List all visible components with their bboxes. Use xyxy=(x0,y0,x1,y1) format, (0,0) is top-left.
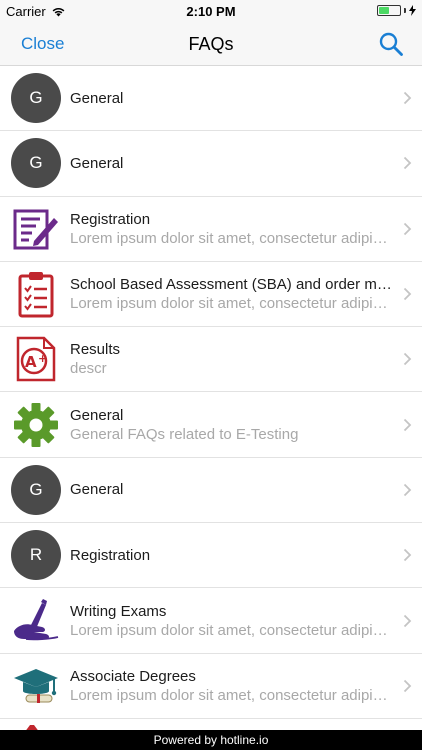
faq-text: Results descr xyxy=(70,340,394,378)
faq-text: General xyxy=(70,154,394,173)
faq-row[interactable]: G General xyxy=(0,131,422,197)
faq-row[interactable]: General General FAQs related to E-Testin… xyxy=(0,392,422,458)
svg-text:+: + xyxy=(38,352,47,365)
avatar: G xyxy=(11,73,61,124)
grade-a-plus-icon: A + xyxy=(11,334,61,384)
chevron-right-icon xyxy=(403,549,412,562)
faq-text: Associate Degrees Lorem ipsum dolor sit … xyxy=(70,667,394,705)
gear-icon xyxy=(11,400,61,450)
faq-screen: Carrier 2:10 PM Close FAQs G General G G… xyxy=(0,0,422,750)
chevron-right-icon xyxy=(403,157,412,170)
avatar-letter: G xyxy=(11,464,61,515)
chevron-right-icon xyxy=(403,287,412,301)
svg-text:A: A xyxy=(25,353,37,371)
chevron-right-icon xyxy=(403,418,412,431)
status-bar: Carrier 2:10 PM xyxy=(0,0,422,22)
faq-row[interactable]: A + Results descr xyxy=(0,327,422,393)
graduation-cap-icon xyxy=(11,661,61,711)
faq-list[interactable]: G General G General Registration Lorem i… xyxy=(0,66,422,730)
faq-text: General xyxy=(70,480,394,499)
faq-text: General xyxy=(70,89,394,108)
avatar: G xyxy=(11,138,61,189)
chevron-right-icon xyxy=(403,222,412,235)
faq-row[interactable]: G General xyxy=(0,457,422,524)
faq-row[interactable]: School Based Assessment (SBA) and order … xyxy=(0,261,422,328)
faq-title: School Based Assessment (SBA) and order … xyxy=(70,276,394,294)
faq-title: Registration xyxy=(70,546,151,564)
faq-text: Registration xyxy=(70,546,394,565)
faq-title: General xyxy=(70,89,124,107)
faq-description: Lorem ipsum dolor sit amet, consectetur … xyxy=(70,686,394,704)
avatar: R xyxy=(11,530,61,581)
chevron-right-icon xyxy=(403,679,412,692)
faq-description: General FAQs related to E-Testing xyxy=(70,425,299,443)
faq-description: Lorem ipsum dolor sit amet, consectetur … xyxy=(70,621,394,639)
nav-bar: Close FAQs xyxy=(0,22,422,66)
faq-title: Registration xyxy=(70,210,151,228)
faq-row[interactable]: Associate Degrees Lorem ipsum dolor sit … xyxy=(0,653,422,719)
faq-row[interactable]: Writing Exams Lorem ipsum dolor sit amet… xyxy=(0,588,422,654)
faq-row[interactable]: R Registration xyxy=(0,523,422,589)
faq-row-partial[interactable] xyxy=(0,718,422,730)
status-time: 2:10 PM xyxy=(186,4,236,19)
faq-text: General General FAQs related to E-Testin… xyxy=(70,406,394,444)
faq-title: Results xyxy=(70,341,121,359)
faq-title: General xyxy=(70,481,124,499)
chevron-right-icon xyxy=(403,353,412,366)
faq-title: Writing Exams xyxy=(70,602,167,620)
avatar-letter: G xyxy=(11,138,61,189)
faq-title: Associate Degrees xyxy=(70,667,196,685)
charging-icon xyxy=(409,5,416,16)
page-title: FAQs xyxy=(188,34,234,54)
faq-title: General xyxy=(70,154,124,172)
battery-fill xyxy=(379,7,389,14)
faq-text: School Based Assessment (SBA) and order … xyxy=(70,275,394,313)
faq-text: Registration Lorem ipsum dolor sit amet,… xyxy=(70,210,394,248)
hand-writing-icon xyxy=(11,596,61,646)
faq-row[interactable]: Registration Lorem ipsum dolor sit amet,… xyxy=(0,196,422,262)
status-right xyxy=(377,5,416,16)
battery-icon xyxy=(377,5,401,16)
clipboard-checklist-icon xyxy=(11,269,61,319)
powered-by-footer[interactable]: Powered by hotline.io xyxy=(0,730,422,750)
avatar-letter: G xyxy=(11,73,61,124)
registration-form-icon xyxy=(11,204,61,254)
faq-description: Lorem ipsum dolor sit amet, consectetur … xyxy=(70,295,394,313)
avatar: G xyxy=(11,464,61,515)
faq-description: descr xyxy=(70,360,107,378)
chevron-right-icon xyxy=(403,92,412,105)
faq-description: Lorem ipsum dolor sit amet, consectetur … xyxy=(70,229,394,247)
chevron-right-icon xyxy=(403,483,412,497)
faq-title: General xyxy=(70,406,124,424)
chevron-right-icon xyxy=(403,614,412,627)
faq-row[interactable]: G General xyxy=(0,66,422,132)
avatar-letter: R xyxy=(11,530,61,581)
battery-cap xyxy=(404,8,406,13)
faq-text: Writing Exams Lorem ipsum dolor sit amet… xyxy=(70,602,394,640)
search-icon[interactable] xyxy=(378,31,404,57)
